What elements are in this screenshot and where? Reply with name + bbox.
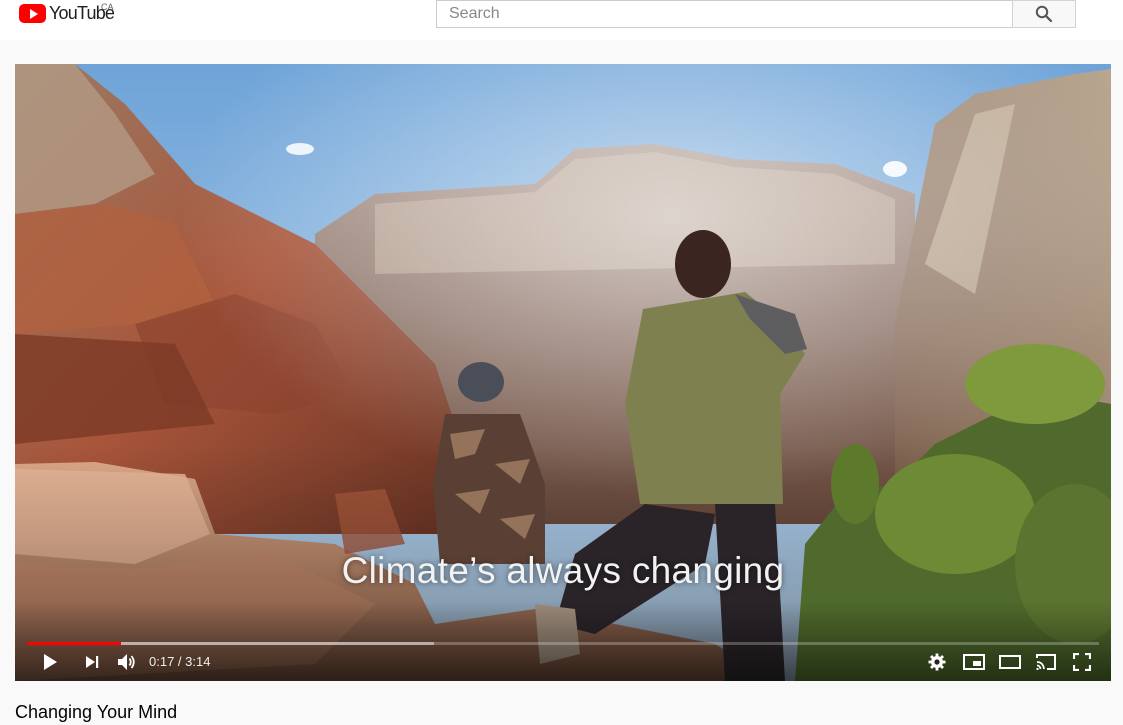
settings-icon	[928, 653, 946, 671]
region-code: CA	[101, 2, 114, 12]
mute-button[interactable]	[115, 650, 139, 674]
fullscreen-button[interactable]	[1069, 650, 1095, 674]
cast-button[interactable]	[1033, 650, 1059, 674]
caption-text: Climate’s always changing	[341, 550, 785, 591]
youtube-logo-icon	[19, 3, 46, 23]
miniplayer-icon	[963, 654, 985, 670]
search-bar	[436, 0, 1076, 28]
youtube-logo[interactable]: YouTube	[19, 2, 115, 24]
masthead: YouTube CA	[0, 0, 1123, 40]
search-button[interactable]	[1012, 0, 1076, 28]
progress-played	[27, 642, 121, 645]
play-icon	[44, 654, 57, 670]
next-button[interactable]	[81, 650, 103, 674]
search-icon	[1035, 5, 1053, 23]
play-button[interactable]	[37, 650, 63, 674]
fullscreen-icon	[1073, 653, 1091, 671]
cast-icon	[1036, 654, 1056, 670]
video-title: Changing Your Mind	[15, 702, 178, 722]
search-input[interactable]	[436, 0, 1012, 28]
theater-button[interactable]	[997, 650, 1023, 674]
volume-icon	[118, 654, 135, 670]
progress-bar[interactable]	[27, 642, 1099, 645]
settings-button[interactable]	[925, 650, 949, 674]
miniplayer-button[interactable]	[961, 650, 987, 674]
theater-icon	[999, 655, 1021, 669]
video-player[interactable]: Climate’s always changing 0:17 / 3:14	[15, 64, 1111, 681]
next-icon	[86, 656, 99, 668]
time-display: 0:17 / 3:14	[149, 654, 211, 669]
